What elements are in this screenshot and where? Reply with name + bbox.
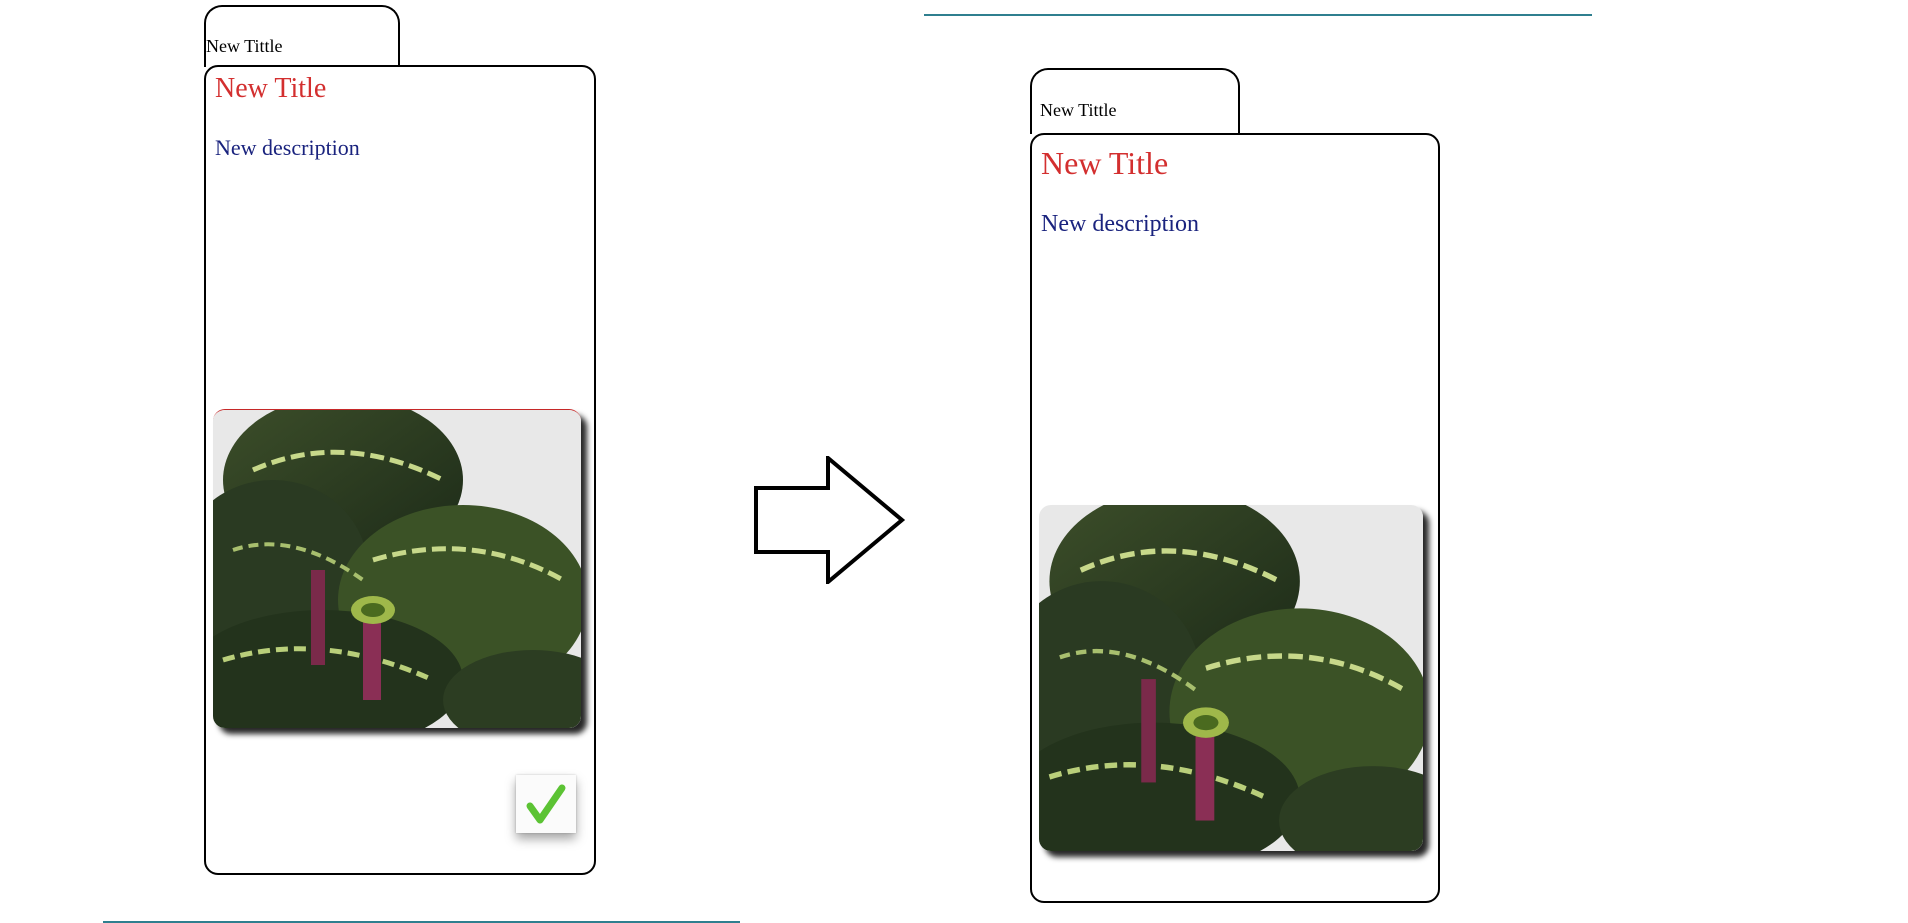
checkmark-icon (526, 784, 566, 824)
confirm-button[interactable] (516, 775, 576, 833)
tab-label: New Tittle (206, 36, 283, 56)
card-title: New Title (215, 73, 327, 104)
card-after: New Title New description (1030, 133, 1440, 903)
tab-after[interactable]: New Tittle (1030, 68, 1240, 134)
right-arrow-icon (754, 456, 906, 584)
card-image (213, 409, 581, 728)
card-before: New Title New description (204, 65, 596, 875)
card-title: New Title (1041, 145, 1169, 181)
tab-before[interactable]: New Tittle (204, 5, 400, 67)
tab-label: New Tittle (1040, 100, 1117, 120)
card-description: New description (215, 135, 360, 160)
card-image (1039, 505, 1423, 851)
top-divider-line (924, 14, 1592, 16)
card-description: New description (1041, 211, 1199, 237)
